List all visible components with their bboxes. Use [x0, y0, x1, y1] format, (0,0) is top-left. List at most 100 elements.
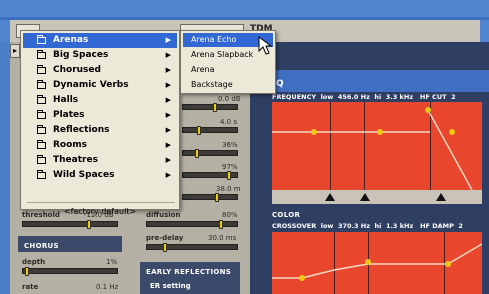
crossover-label: CROSSOVER	[272, 222, 317, 230]
menu-item-halls[interactable]: Halls ▶	[23, 93, 177, 108]
frequency-row: FREQUENCY low 456.0 Hz hi 3.3 kHz HF CUT…	[272, 93, 456, 101]
mid-freq-handle[interactable]	[360, 193, 370, 201]
menu-item-factory-default[interactable]: <factory default>	[23, 207, 177, 216]
xo-hi-label: hi	[374, 222, 382, 230]
er-setting-label: ER setting	[150, 282, 191, 290]
slider-thumb[interactable]	[87, 220, 91, 229]
menu-item-plates[interactable]: Plates ▶	[23, 108, 177, 123]
folder-icon	[37, 110, 46, 119]
param-value-5: 38.0 m	[216, 185, 241, 193]
chorus-rate-value: 0.1 Hz	[96, 283, 119, 291]
mouse-pointer-icon	[258, 36, 273, 55]
param-value-3: 36%	[222, 141, 238, 149]
chorus-title: CHORUS	[24, 242, 59, 250]
chorus-depth-slider[interactable]	[22, 267, 118, 276]
menu-item-chorused[interactable]: Chorused ▶	[23, 63, 177, 78]
xo-low-label: low	[320, 222, 334, 230]
submenu-arrow-icon: ▶	[165, 81, 171, 89]
submenu-arrow-icon: ▶	[165, 111, 171, 119]
folder-icon	[37, 140, 46, 149]
eq-node[interactable]	[377, 129, 383, 135]
frequency-graph[interactable]	[272, 102, 482, 190]
submenu-arrow-icon: ▶	[165, 36, 171, 44]
freq-low-label: low	[320, 93, 334, 101]
slider-thumb[interactable]	[219, 220, 223, 229]
param-slider-5[interactable]	[182, 193, 238, 202]
submenu-arrow-icon: ▶	[165, 96, 171, 104]
folder-icon	[37, 95, 46, 104]
submenu-item-backstage[interactable]: Backstage	[183, 78, 273, 92]
menu-item-big-spaces[interactable]: Big Spaces ▶	[23, 48, 177, 63]
diffusion-value: 80%	[222, 211, 238, 219]
eq-node[interactable]	[425, 107, 431, 113]
folder-icon	[37, 65, 46, 74]
top-graph-title: Q	[276, 79, 284, 89]
freq-hi-label: hi	[374, 93, 382, 101]
top-graph-title-bar	[250, 70, 489, 92]
folder-icon	[37, 50, 46, 59]
param-value-1: 0.0 dB	[218, 95, 241, 103]
menu-item-arenas[interactable]: Arenas ▶	[23, 33, 177, 48]
frequency-curve	[272, 107, 473, 190]
param-slider-1[interactable]	[182, 103, 238, 112]
frequency-handles-bar	[272, 190, 482, 204]
folder-icon	[37, 35, 46, 44]
chorus-rate-label: rate	[22, 283, 39, 291]
slider-thumb[interactable]	[215, 193, 219, 202]
slider-thumb[interactable]	[25, 267, 29, 276]
param-slider-3[interactable]	[182, 149, 238, 158]
slider-thumb[interactable]	[195, 149, 199, 158]
folder-icon	[37, 155, 46, 164]
folder-icon	[37, 170, 46, 179]
submenu-item-arena[interactable]: Arena	[183, 63, 273, 77]
param-slider-4[interactable]	[182, 171, 238, 180]
predelay-slider[interactable]	[146, 243, 238, 252]
slider-thumb[interactable]	[197, 126, 201, 135]
menu-item-theatres[interactable]: Theatres ▶	[23, 153, 177, 168]
crossover-row: CROSSOVER low 370.3 Hz hi 1.3 kHz HF DAM…	[272, 222, 463, 230]
menu-item-wild-spaces[interactable]: Wild Spaces ▶	[23, 168, 177, 183]
hf-damp-label: HF DAMP	[420, 222, 454, 230]
slider-thumb[interactable]	[227, 171, 231, 180]
menu-item-dynamic-verbs[interactable]: Dynamic Verbs ▶	[23, 78, 177, 93]
hf-cut-value[interactable]: 2	[451, 93, 456, 101]
param-slider-2[interactable]	[182, 126, 238, 135]
crossover-graph[interactable]	[272, 232, 482, 294]
param-value-4: 97%	[222, 163, 238, 171]
menu-item-reflections[interactable]: Reflections ▶	[23, 123, 177, 138]
preset-category-menu: Arenas ▶ Big Spaces ▶ Chorused ▶ Dynamic Ve…	[20, 30, 180, 216]
crossover-curve	[272, 243, 482, 281]
frequency-label: FREQUENCY	[272, 93, 317, 101]
predelay-value: 30.0 ms	[208, 234, 237, 242]
folder-icon	[37, 80, 46, 89]
menu-item-rooms[interactable]: Rooms ▶	[23, 138, 177, 153]
diffusion-slider[interactable]	[146, 220, 238, 229]
slider-thumb[interactable]	[213, 103, 217, 112]
freq-hi-value[interactable]: 3.3 kHz	[386, 93, 413, 101]
chorus-depth-value: 1%	[106, 258, 118, 266]
early-reflections-title: EARLY REFLECTIONS	[146, 268, 232, 276]
submenu-arrow-icon: ▶	[165, 126, 171, 134]
xo-hi-value[interactable]: 1.3 kHz	[386, 222, 413, 230]
predelay-label: pre-delay	[146, 234, 184, 242]
submenu-arrow-icon: ▶	[165, 66, 171, 74]
threshold-slider[interactable]	[22, 220, 118, 229]
chorus-depth-label: depth	[22, 258, 46, 266]
folder-icon	[37, 125, 46, 134]
eq-node[interactable]	[449, 129, 455, 135]
color-title: COLOR	[272, 211, 301, 219]
eq-node[interactable]	[445, 261, 451, 267]
freq-low-value[interactable]: 456.0 Hz	[338, 93, 370, 101]
hi-freq-handle[interactable]	[436, 193, 446, 201]
submenu-arrow-icon: ▶	[165, 51, 171, 59]
eq-node[interactable]	[299, 275, 305, 281]
side-arrow-button[interactable]: ▸	[10, 44, 20, 58]
hf-cut-label: HF CUT	[419, 93, 447, 101]
param-value-2: 4.0 s	[220, 118, 238, 126]
eq-node[interactable]	[311, 129, 317, 135]
slider-thumb[interactable]	[163, 243, 167, 252]
low-freq-handle[interactable]	[325, 193, 335, 201]
xo-low-value[interactable]: 370.3 Hz	[338, 222, 370, 230]
eq-node[interactable]	[365, 259, 371, 265]
hf-damp-value[interactable]: 2	[458, 222, 463, 230]
